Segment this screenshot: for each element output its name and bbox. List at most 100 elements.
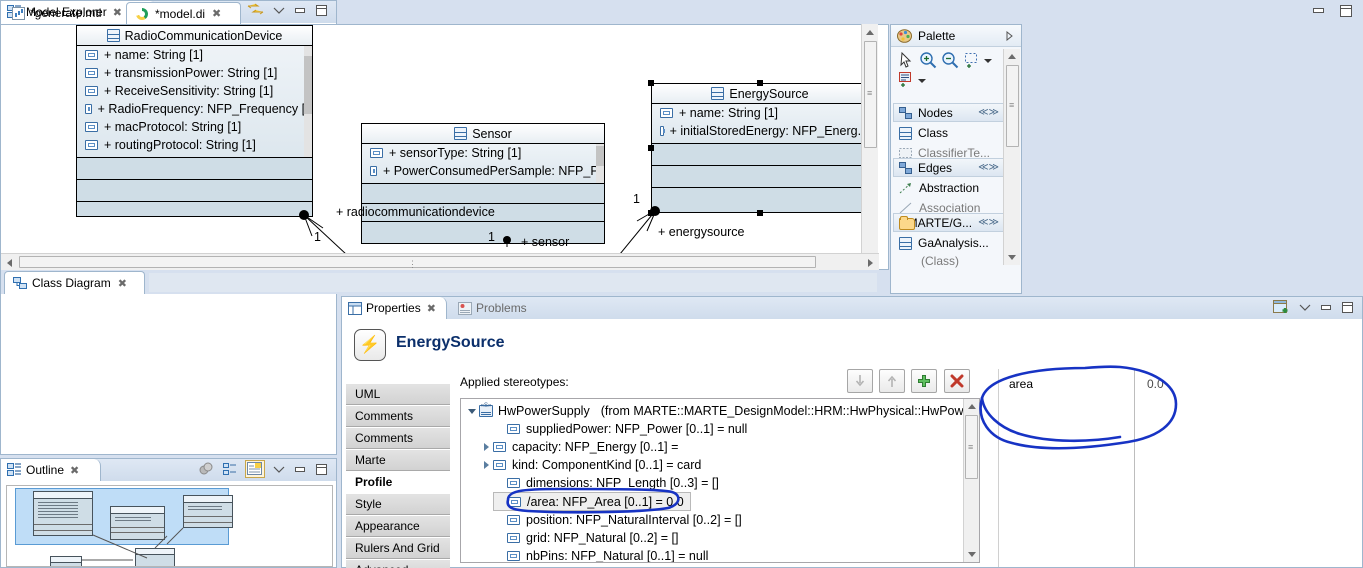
- view-menu-icon[interactable]: [273, 463, 285, 475]
- note-tool-icon[interactable]: [897, 71, 915, 89]
- palette-item-gaanalysis[interactable]: GaAnalysis...: [899, 236, 989, 250]
- marquee-icon[interactable]: [963, 51, 981, 69]
- select-tool-icon[interactable]: [897, 51, 915, 69]
- attribute-row[interactable]: + RadioFrequency: NFP_Frequency [1: [77, 100, 312, 118]
- scroll-up-arrow-icon[interactable]: [1008, 54, 1016, 59]
- scrollbar-thumb[interactable]: ⋮: [19, 256, 816, 269]
- compartment-scrollbar[interactable]: [596, 144, 604, 183]
- attribute-row[interactable]: + name: String [1]: [77, 46, 312, 64]
- palette-drawer-edges[interactable]: Edges ≪≫: [893, 158, 1005, 177]
- tab-problems[interactable]: Problems: [452, 297, 552, 319]
- editor-tab-generate-mtl[interactable]: *generate.mtl: [4, 2, 124, 24]
- resize-handle[interactable]: [757, 80, 763, 86]
- tab-style[interactable]: Style: [346, 493, 450, 515]
- move-up-button[interactable]: [879, 369, 905, 393]
- move-down-button[interactable]: [847, 369, 873, 393]
- attribute-row[interactable]: + name: String [1]: [652, 104, 868, 122]
- maximize-icon[interactable]: [1341, 301, 1354, 314]
- tab-profile[interactable]: Profile: [346, 471, 450, 493]
- diagram-horizontal-scrollbar[interactable]: ⋮: [1, 253, 879, 270]
- attribute-row[interactable]: + ReceiveSensitivity: String [1]: [77, 82, 312, 100]
- palette-pin-icon[interactable]: [1005, 30, 1015, 41]
- twisty-collapsed-icon[interactable]: [479, 442, 493, 452]
- note-dropdown-icon[interactable]: [917, 71, 935, 89]
- tab-outline[interactable]: Outline ✖: [1, 459, 101, 481]
- marquee-dropdown-icon[interactable]: [983, 51, 1001, 69]
- tab-comments-1[interactable]: Comments: [346, 405, 450, 427]
- uml-class-energysource[interactable]: EnergySource + name: String [1] + initia…: [651, 83, 869, 213]
- scroll-right-arrow-icon[interactable]: [868, 259, 873, 267]
- resize-handle[interactable]: [757, 210, 763, 216]
- resize-handle[interactable]: [648, 80, 654, 86]
- stereotype-tree-item-kind[interactable]: kind: ComponentKind [0..1] = card: [479, 456, 701, 474]
- drawer-pin-icon[interactable]: ≪≫: [978, 107, 999, 118]
- compartment-scrollbar[interactable]: [304, 46, 312, 157]
- zoom-in-icon[interactable]: [919, 51, 937, 69]
- tree-outline-icon[interactable]: [223, 462, 237, 476]
- scrollbar-thumb[interactable]: ≡: [965, 415, 978, 479]
- scroll-down-arrow-icon[interactable]: [1008, 255, 1016, 260]
- uml-class-radiocommunicationdevice[interactable]: RadioCommunicationDevice + name: String …: [76, 25, 313, 217]
- maximize-icon[interactable]: [315, 463, 328, 476]
- tab-marte[interactable]: Marte: [346, 449, 450, 471]
- tab-class-diagram[interactable]: Class Diagram ✖: [4, 271, 145, 294]
- stereotype-tree-item-dimensions[interactable]: dimensions: NFP_Length [0..3] = []: [493, 474, 719, 492]
- close-icon[interactable]: ✖: [427, 302, 436, 315]
- class-diagram-canvas[interactable]: RadioCommunicationDevice + name: String …: [0, 24, 889, 270]
- stereotype-tree-item-area[interactable]: /area: NFP_Area [0..1] = 0.0: [493, 492, 691, 511]
- remove-stereotype-button[interactable]: [944, 369, 970, 393]
- close-icon[interactable]: ✖: [118, 277, 127, 290]
- outline-thumbnail[interactable]: [6, 485, 333, 567]
- tab-uml[interactable]: UML: [346, 383, 450, 405]
- zoom-out-icon[interactable]: [941, 51, 959, 69]
- tab-comments-2[interactable]: Comments: [346, 427, 450, 449]
- attribute-row[interactable]: + routingProtocol: String [1]: [77, 136, 312, 154]
- minimize-icon[interactable]: [1312, 4, 1325, 18]
- tab-appearance[interactable]: Appearance: [346, 515, 450, 537]
- diagram-vertical-scrollbar[interactable]: ≡: [861, 24, 878, 270]
- page-outline-icon[interactable]: [245, 460, 265, 478]
- twisty-expanded-icon[interactable]: [465, 407, 479, 416]
- scrollbar-thumb[interactable]: ≡: [864, 41, 877, 148]
- minimize-icon[interactable]: [294, 463, 306, 475]
- maximize-icon[interactable]: [1339, 4, 1353, 18]
- palette-drawer-nodes[interactable]: Nodes ≪≫: [893, 103, 1005, 122]
- drawer-pin-icon[interactable]: ≪≫: [978, 217, 999, 228]
- attribute-row[interactable]: + macProtocol: String [1]: [77, 118, 312, 136]
- stereotype-tree-item-position[interactable]: position: NFP_NaturalInterval [0..2] = […: [493, 511, 742, 529]
- twisty-collapsed-icon[interactable]: [479, 460, 493, 470]
- attribute-row[interactable]: + PowerConsumedPerSample: NFP_P..: [362, 162, 604, 180]
- resize-handle[interactable]: [648, 145, 654, 151]
- new-view-icon[interactable]: [1273, 299, 1290, 315]
- attribute-row[interactable]: + transmissionPower: String [1]: [77, 64, 312, 82]
- attribute-row[interactable]: + sensorType: String [1]: [362, 144, 604, 162]
- minimize-icon[interactable]: [1320, 301, 1332, 313]
- tab-properties[interactable]: Properties ✖: [342, 297, 447, 319]
- stereotype-tree-item-grid[interactable]: grid: NFP_Natural [0..2] = []: [493, 529, 679, 547]
- resize-handle[interactable]: [648, 210, 654, 216]
- value-field[interactable]: 0.0: [1147, 377, 1164, 391]
- scroll-up-arrow-icon[interactable]: [968, 404, 976, 409]
- tab-rulers-and-grid[interactable]: Rulers And Grid: [346, 537, 450, 559]
- palette-scrollbar[interactable]: ≡: [1003, 49, 1020, 265]
- add-stereotype-button[interactable]: [911, 369, 937, 393]
- stereotype-tree[interactable]: HwPowerSupply (from MARTE::MARTE_DesignM…: [460, 398, 980, 563]
- view-menu-icon[interactable]: [1299, 301, 1311, 313]
- editor-tab-model-di[interactable]: *model.di ✖: [126, 2, 241, 24]
- scroll-down-arrow-icon[interactable]: [968, 552, 976, 557]
- drawer-pin-icon[interactable]: ≪≫: [978, 162, 999, 173]
- close-icon[interactable]: ✖: [212, 7, 221, 20]
- scrollbar-thumb[interactable]: ≡: [1006, 65, 1019, 147]
- stereotype-tree-item-hwpowersupply[interactable]: HwPowerSupply (from MARTE::MARTE_DesignM…: [465, 402, 979, 420]
- attribute-row[interactable]: + initialStoredEnergy: NFP_Energ...: [652, 122, 868, 140]
- scroll-up-arrow-icon[interactable]: [866, 30, 874, 35]
- stereotype-tree-item-suppliedpower[interactable]: suppliedPower: NFP_Power [0..1] = null: [493, 420, 747, 438]
- stereotype-tree-item-capacity[interactable]: capacity: NFP_Energy [0..1] =: [479, 438, 678, 456]
- palette-item-class[interactable]: Class: [899, 126, 948, 140]
- stereotype-tree-scrollbar[interactable]: ≡: [963, 399, 979, 562]
- close-icon[interactable]: ✖: [70, 464, 79, 477]
- scroll-left-arrow-icon[interactable]: [7, 259, 12, 267]
- palette-drawer-marte[interactable]: MARTE/G... ≪≫: [893, 213, 1005, 232]
- overview-icon[interactable]: [199, 462, 214, 476]
- stereotype-tree-item-nbpins[interactable]: nbPins: NFP_Natural [0..1] = null: [493, 547, 708, 562]
